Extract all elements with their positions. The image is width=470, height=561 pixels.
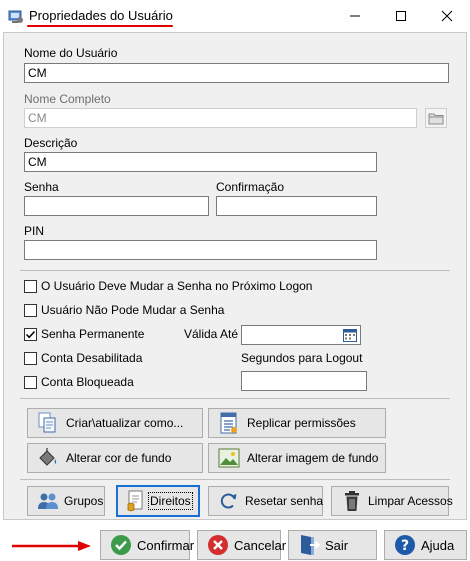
cancelar-label: Cancelar (234, 537, 287, 553)
direitos-button[interactable]: Direitos (116, 485, 200, 517)
confirmacao-input[interactable] (216, 196, 377, 216)
senha-label: Senha (24, 180, 59, 194)
checkbox-box[interactable] (24, 375, 37, 389)
valida-ate-date-input[interactable] (241, 325, 361, 345)
confirmar-label: Confirmar (137, 537, 195, 553)
separator-checkboxes (20, 270, 450, 271)
pin-label: PIN (24, 224, 45, 238)
minimize-button[interactable] (332, 0, 378, 32)
checkbox-box[interactable] (24, 279, 37, 293)
senha-input[interactable] (24, 196, 209, 216)
red-arrow-annotation (12, 541, 91, 551)
limpar-acessos-label: Limpar Acessos (368, 494, 453, 508)
checkbox-label: Conta Bloqueada (41, 375, 134, 389)
checkbox-senha-permanente[interactable]: Senha Permanente (24, 326, 144, 342)
paint-bucket-icon (36, 446, 60, 470)
separator-lower (20, 479, 450, 480)
svg-text:?: ? (401, 538, 409, 554)
nome-completo-label: Nome Completo (24, 92, 111, 106)
maximize-icon (396, 11, 406, 21)
folder-icon (428, 113, 444, 125)
help-question-icon: ? (393, 533, 417, 557)
replicar-permissoes-button[interactable]: Replicar permissões (208, 408, 386, 438)
nome-completo-browse-button[interactable] (425, 108, 447, 128)
pin-input[interactable] (24, 240, 377, 260)
checkbox-label: O Usuário Deve Mudar a Senha no Próximo … (41, 279, 313, 293)
user-properties-app-icon (8, 8, 24, 24)
trash-can-icon (340, 489, 364, 513)
limpar-acessos-button[interactable]: Limpar Acessos (331, 486, 453, 516)
resetar-senha-button[interactable]: Resetar senha (208, 486, 323, 516)
checkbox-conta-bloqueada[interactable]: Conta Bloqueada (24, 374, 134, 390)
checkbox-box-checked[interactable] (24, 327, 37, 341)
descricao-input[interactable] (24, 152, 377, 172)
window-title: Propriedades do Usuário (29, 8, 173, 23)
image-icon (217, 446, 241, 470)
nome-usuario-label: Nome do Usuário (24, 46, 118, 60)
resetar-senha-label: Resetar senha (245, 494, 324, 508)
close-icon (441, 10, 453, 22)
ajuda-button[interactable]: ? Ajuda (384, 530, 467, 560)
cancelar-button[interactable]: Cancelar (197, 530, 286, 560)
alterar-cor-fundo-button[interactable]: Alterar cor de fundo (27, 443, 203, 473)
segundos-logout-input[interactable] (241, 371, 367, 391)
grupos-label: Grupos (64, 494, 104, 508)
checkbox-box[interactable] (24, 351, 37, 365)
users-group-icon (36, 489, 60, 513)
alterar-imagem-fundo-label: Alterar imagem de fundo (247, 451, 379, 465)
confirmacao-label: Confirmação (216, 180, 285, 194)
valida-ate-label: Válida Até (184, 327, 239, 341)
nome-usuario-input[interactable] (24, 63, 449, 83)
replicar-permissoes-label: Replicar permissões (247, 416, 356, 430)
calendar-icon[interactable] (343, 328, 357, 345)
minimize-icon (350, 15, 360, 17)
sair-label: Sair (325, 537, 349, 553)
grupos-button[interactable]: Grupos (27, 486, 105, 516)
separator-actions (20, 398, 450, 399)
confirmar-button[interactable]: Confirmar (100, 530, 194, 560)
descricao-label: Descrição (24, 136, 78, 150)
checkbox-mudar-senha-proximo-logon[interactable]: O Usuário Deve Mudar a Senha no Próximo … (24, 278, 312, 294)
close-button[interactable] (424, 0, 470, 32)
segundos-logout-label: Segundos para Logout (241, 351, 363, 365)
exit-door-icon (297, 533, 321, 557)
nome-completo-input[interactable] (24, 108, 417, 128)
checkbox-nao-pode-mudar-senha[interactable]: Usuário Não Pode Mudar a Senha (24, 302, 224, 318)
checkbox-label: Usuário Não Pode Mudar a Senha (41, 303, 225, 317)
copy-documents-icon (36, 411, 60, 435)
ajuda-label: Ajuda (421, 537, 455, 553)
criar-atualizar-como-button[interactable]: Criar\atualizar como... (27, 408, 203, 438)
document-list-icon (217, 411, 241, 435)
reset-arrow-icon (217, 489, 241, 513)
checkbox-box[interactable] (24, 303, 37, 317)
alterar-imagem-fundo-button[interactable]: Alterar imagem de fundo (208, 443, 386, 473)
maximize-button[interactable] (378, 0, 424, 32)
criar-atualizar-label: Criar\atualizar como... (66, 416, 184, 430)
direitos-label: Direitos (148, 492, 193, 510)
title-highlight-underline (27, 25, 173, 27)
checkmark-icon (25, 330, 36, 338)
title-bar: Propriedades do Usuário (0, 0, 470, 32)
alterar-cor-fundo-label: Alterar cor de fundo (66, 451, 172, 465)
confirm-check-icon (109, 533, 133, 557)
cancel-x-icon (206, 533, 230, 557)
checkbox-conta-desabilitada[interactable]: Conta Desabilitada (24, 350, 142, 366)
checkbox-label: Senha Permanente (41, 327, 145, 341)
sair-button[interactable]: Sair (288, 530, 377, 560)
rights-document-icon (124, 489, 148, 513)
checkbox-label: Conta Desabilitada (41, 351, 143, 365)
